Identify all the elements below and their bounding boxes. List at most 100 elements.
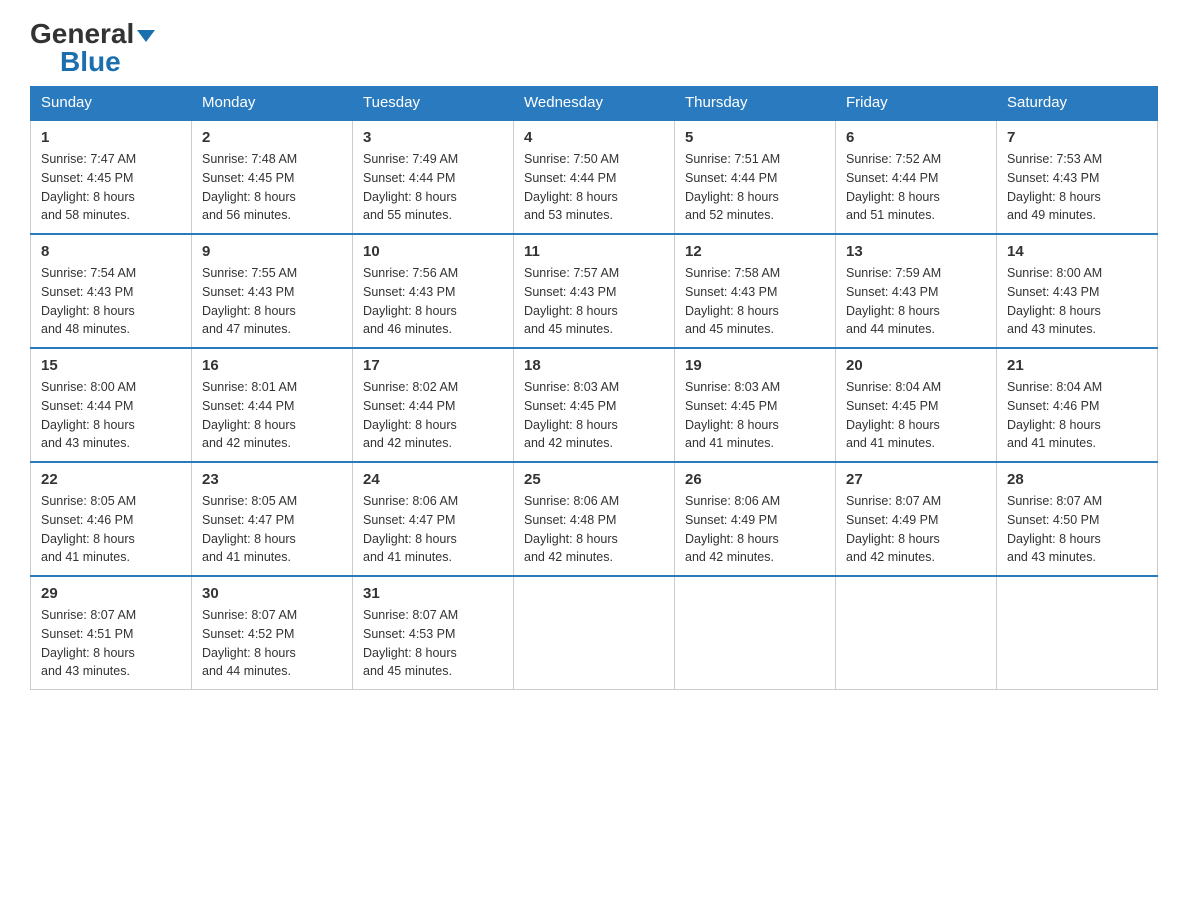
day-info: Sunrise: 7:47 AMSunset: 4:45 PMDaylight:… xyxy=(41,152,136,222)
day-number: 2 xyxy=(202,129,342,146)
calendar-cell: 2 Sunrise: 7:48 AMSunset: 4:45 PMDayligh… xyxy=(192,120,353,234)
day-info: Sunrise: 7:58 AMSunset: 4:43 PMDaylight:… xyxy=(685,266,780,336)
page-header: General Blue xyxy=(30,20,1158,76)
day-info: Sunrise: 8:07 AMSunset: 4:49 PMDaylight:… xyxy=(846,494,941,564)
calendar-cell: 27 Sunrise: 8:07 AMSunset: 4:49 PMDaylig… xyxy=(836,462,997,576)
day-number: 6 xyxy=(846,129,986,146)
calendar-cell: 6 Sunrise: 7:52 AMSunset: 4:44 PMDayligh… xyxy=(836,120,997,234)
day-info: Sunrise: 7:50 AMSunset: 4:44 PMDaylight:… xyxy=(524,152,619,222)
day-info: Sunrise: 8:00 AMSunset: 4:43 PMDaylight:… xyxy=(1007,266,1102,336)
day-info: Sunrise: 7:55 AMSunset: 4:43 PMDaylight:… xyxy=(202,266,297,336)
day-info: Sunrise: 8:06 AMSunset: 4:49 PMDaylight:… xyxy=(685,494,780,564)
calendar-week-row: 8 Sunrise: 7:54 AMSunset: 4:43 PMDayligh… xyxy=(31,234,1158,348)
day-number: 10 xyxy=(363,243,503,260)
day-number: 22 xyxy=(41,471,181,488)
day-number: 12 xyxy=(685,243,825,260)
day-info: Sunrise: 7:59 AMSunset: 4:43 PMDaylight:… xyxy=(846,266,941,336)
calendar-cell: 8 Sunrise: 7:54 AMSunset: 4:43 PMDayligh… xyxy=(31,234,192,348)
calendar-cell: 21 Sunrise: 8:04 AMSunset: 4:46 PMDaylig… xyxy=(997,348,1158,462)
calendar-cell xyxy=(836,576,997,690)
day-info: Sunrise: 8:01 AMSunset: 4:44 PMDaylight:… xyxy=(202,380,297,450)
calendar-cell: 19 Sunrise: 8:03 AMSunset: 4:45 PMDaylig… xyxy=(675,348,836,462)
day-number: 29 xyxy=(41,585,181,602)
calendar-cell xyxy=(675,576,836,690)
calendar-cell xyxy=(997,576,1158,690)
logo: General Blue xyxy=(30,20,155,76)
day-info: Sunrise: 8:03 AMSunset: 4:45 PMDaylight:… xyxy=(685,380,780,450)
day-info: Sunrise: 8:04 AMSunset: 4:46 PMDaylight:… xyxy=(1007,380,1102,450)
calendar-cell: 23 Sunrise: 8:05 AMSunset: 4:47 PMDaylig… xyxy=(192,462,353,576)
calendar-cell: 30 Sunrise: 8:07 AMSunset: 4:52 PMDaylig… xyxy=(192,576,353,690)
calendar-cell: 18 Sunrise: 8:03 AMSunset: 4:45 PMDaylig… xyxy=(514,348,675,462)
day-number: 13 xyxy=(846,243,986,260)
calendar-cell: 20 Sunrise: 8:04 AMSunset: 4:45 PMDaylig… xyxy=(836,348,997,462)
logo-general-text: General xyxy=(30,20,155,48)
day-info: Sunrise: 7:56 AMSunset: 4:43 PMDaylight:… xyxy=(363,266,458,336)
calendar-header-tuesday: Tuesday xyxy=(353,86,514,120)
logo-arrow-icon xyxy=(137,30,155,42)
day-info: Sunrise: 8:06 AMSunset: 4:47 PMDaylight:… xyxy=(363,494,458,564)
day-number: 27 xyxy=(846,471,986,488)
day-number: 14 xyxy=(1007,243,1147,260)
day-info: Sunrise: 8:07 AMSunset: 4:50 PMDaylight:… xyxy=(1007,494,1102,564)
calendar-cell: 4 Sunrise: 7:50 AMSunset: 4:44 PMDayligh… xyxy=(514,120,675,234)
day-info: Sunrise: 8:03 AMSunset: 4:45 PMDaylight:… xyxy=(524,380,619,450)
calendar-table: SundayMondayTuesdayWednesdayThursdayFrid… xyxy=(30,86,1158,690)
day-info: Sunrise: 8:05 AMSunset: 4:47 PMDaylight:… xyxy=(202,494,297,564)
day-info: Sunrise: 8:00 AMSunset: 4:44 PMDaylight:… xyxy=(41,380,136,450)
day-info: Sunrise: 7:52 AMSunset: 4:44 PMDaylight:… xyxy=(846,152,941,222)
day-number: 15 xyxy=(41,357,181,374)
day-info: Sunrise: 8:07 AMSunset: 4:52 PMDaylight:… xyxy=(202,608,297,678)
day-number: 30 xyxy=(202,585,342,602)
calendar-cell: 3 Sunrise: 7:49 AMSunset: 4:44 PMDayligh… xyxy=(353,120,514,234)
calendar-header-sunday: Sunday xyxy=(31,86,192,120)
calendar-cell: 28 Sunrise: 8:07 AMSunset: 4:50 PMDaylig… xyxy=(997,462,1158,576)
calendar-header-thursday: Thursday xyxy=(675,86,836,120)
day-number: 9 xyxy=(202,243,342,260)
day-info: Sunrise: 8:07 AMSunset: 4:51 PMDaylight:… xyxy=(41,608,136,678)
calendar-header-monday: Monday xyxy=(192,86,353,120)
calendar-cell: 22 Sunrise: 8:05 AMSunset: 4:46 PMDaylig… xyxy=(31,462,192,576)
day-number: 20 xyxy=(846,357,986,374)
calendar-cell: 31 Sunrise: 8:07 AMSunset: 4:53 PMDaylig… xyxy=(353,576,514,690)
day-info: Sunrise: 8:02 AMSunset: 4:44 PMDaylight:… xyxy=(363,380,458,450)
calendar-cell: 11 Sunrise: 7:57 AMSunset: 4:43 PMDaylig… xyxy=(514,234,675,348)
calendar-cell: 16 Sunrise: 8:01 AMSunset: 4:44 PMDaylig… xyxy=(192,348,353,462)
calendar-cell: 29 Sunrise: 8:07 AMSunset: 4:51 PMDaylig… xyxy=(31,576,192,690)
calendar-cell: 17 Sunrise: 8:02 AMSunset: 4:44 PMDaylig… xyxy=(353,348,514,462)
calendar-cell: 24 Sunrise: 8:06 AMSunset: 4:47 PMDaylig… xyxy=(353,462,514,576)
calendar-header-wednesday: Wednesday xyxy=(514,86,675,120)
day-number: 16 xyxy=(202,357,342,374)
calendar-cell: 1 Sunrise: 7:47 AMSunset: 4:45 PMDayligh… xyxy=(31,120,192,234)
day-info: Sunrise: 8:04 AMSunset: 4:45 PMDaylight:… xyxy=(846,380,941,450)
calendar-cell: 9 Sunrise: 7:55 AMSunset: 4:43 PMDayligh… xyxy=(192,234,353,348)
day-info: Sunrise: 7:51 AMSunset: 4:44 PMDaylight:… xyxy=(685,152,780,222)
logo-blue-text: Blue xyxy=(60,48,121,76)
day-number: 28 xyxy=(1007,471,1147,488)
day-number: 11 xyxy=(524,243,664,260)
day-info: Sunrise: 8:07 AMSunset: 4:53 PMDaylight:… xyxy=(363,608,458,678)
day-number: 4 xyxy=(524,129,664,146)
calendar-header-friday: Friday xyxy=(836,86,997,120)
calendar-week-row: 1 Sunrise: 7:47 AMSunset: 4:45 PMDayligh… xyxy=(31,120,1158,234)
day-info: Sunrise: 7:57 AMSunset: 4:43 PMDaylight:… xyxy=(524,266,619,336)
day-number: 25 xyxy=(524,471,664,488)
day-number: 7 xyxy=(1007,129,1147,146)
calendar-cell: 26 Sunrise: 8:06 AMSunset: 4:49 PMDaylig… xyxy=(675,462,836,576)
calendar-cell: 10 Sunrise: 7:56 AMSunset: 4:43 PMDaylig… xyxy=(353,234,514,348)
day-info: Sunrise: 7:49 AMSunset: 4:44 PMDaylight:… xyxy=(363,152,458,222)
day-number: 21 xyxy=(1007,357,1147,374)
day-info: Sunrise: 8:06 AMSunset: 4:48 PMDaylight:… xyxy=(524,494,619,564)
day-number: 5 xyxy=(685,129,825,146)
calendar-header-row: SundayMondayTuesdayWednesdayThursdayFrid… xyxy=(31,86,1158,120)
day-number: 31 xyxy=(363,585,503,602)
day-info: Sunrise: 8:05 AMSunset: 4:46 PMDaylight:… xyxy=(41,494,136,564)
calendar-week-row: 22 Sunrise: 8:05 AMSunset: 4:46 PMDaylig… xyxy=(31,462,1158,576)
day-number: 17 xyxy=(363,357,503,374)
day-info: Sunrise: 7:48 AMSunset: 4:45 PMDaylight:… xyxy=(202,152,297,222)
calendar-week-row: 15 Sunrise: 8:00 AMSunset: 4:44 PMDaylig… xyxy=(31,348,1158,462)
day-info: Sunrise: 7:53 AMSunset: 4:43 PMDaylight:… xyxy=(1007,152,1102,222)
calendar-cell: 14 Sunrise: 8:00 AMSunset: 4:43 PMDaylig… xyxy=(997,234,1158,348)
calendar-cell: 7 Sunrise: 7:53 AMSunset: 4:43 PMDayligh… xyxy=(997,120,1158,234)
calendar-week-row: 29 Sunrise: 8:07 AMSunset: 4:51 PMDaylig… xyxy=(31,576,1158,690)
